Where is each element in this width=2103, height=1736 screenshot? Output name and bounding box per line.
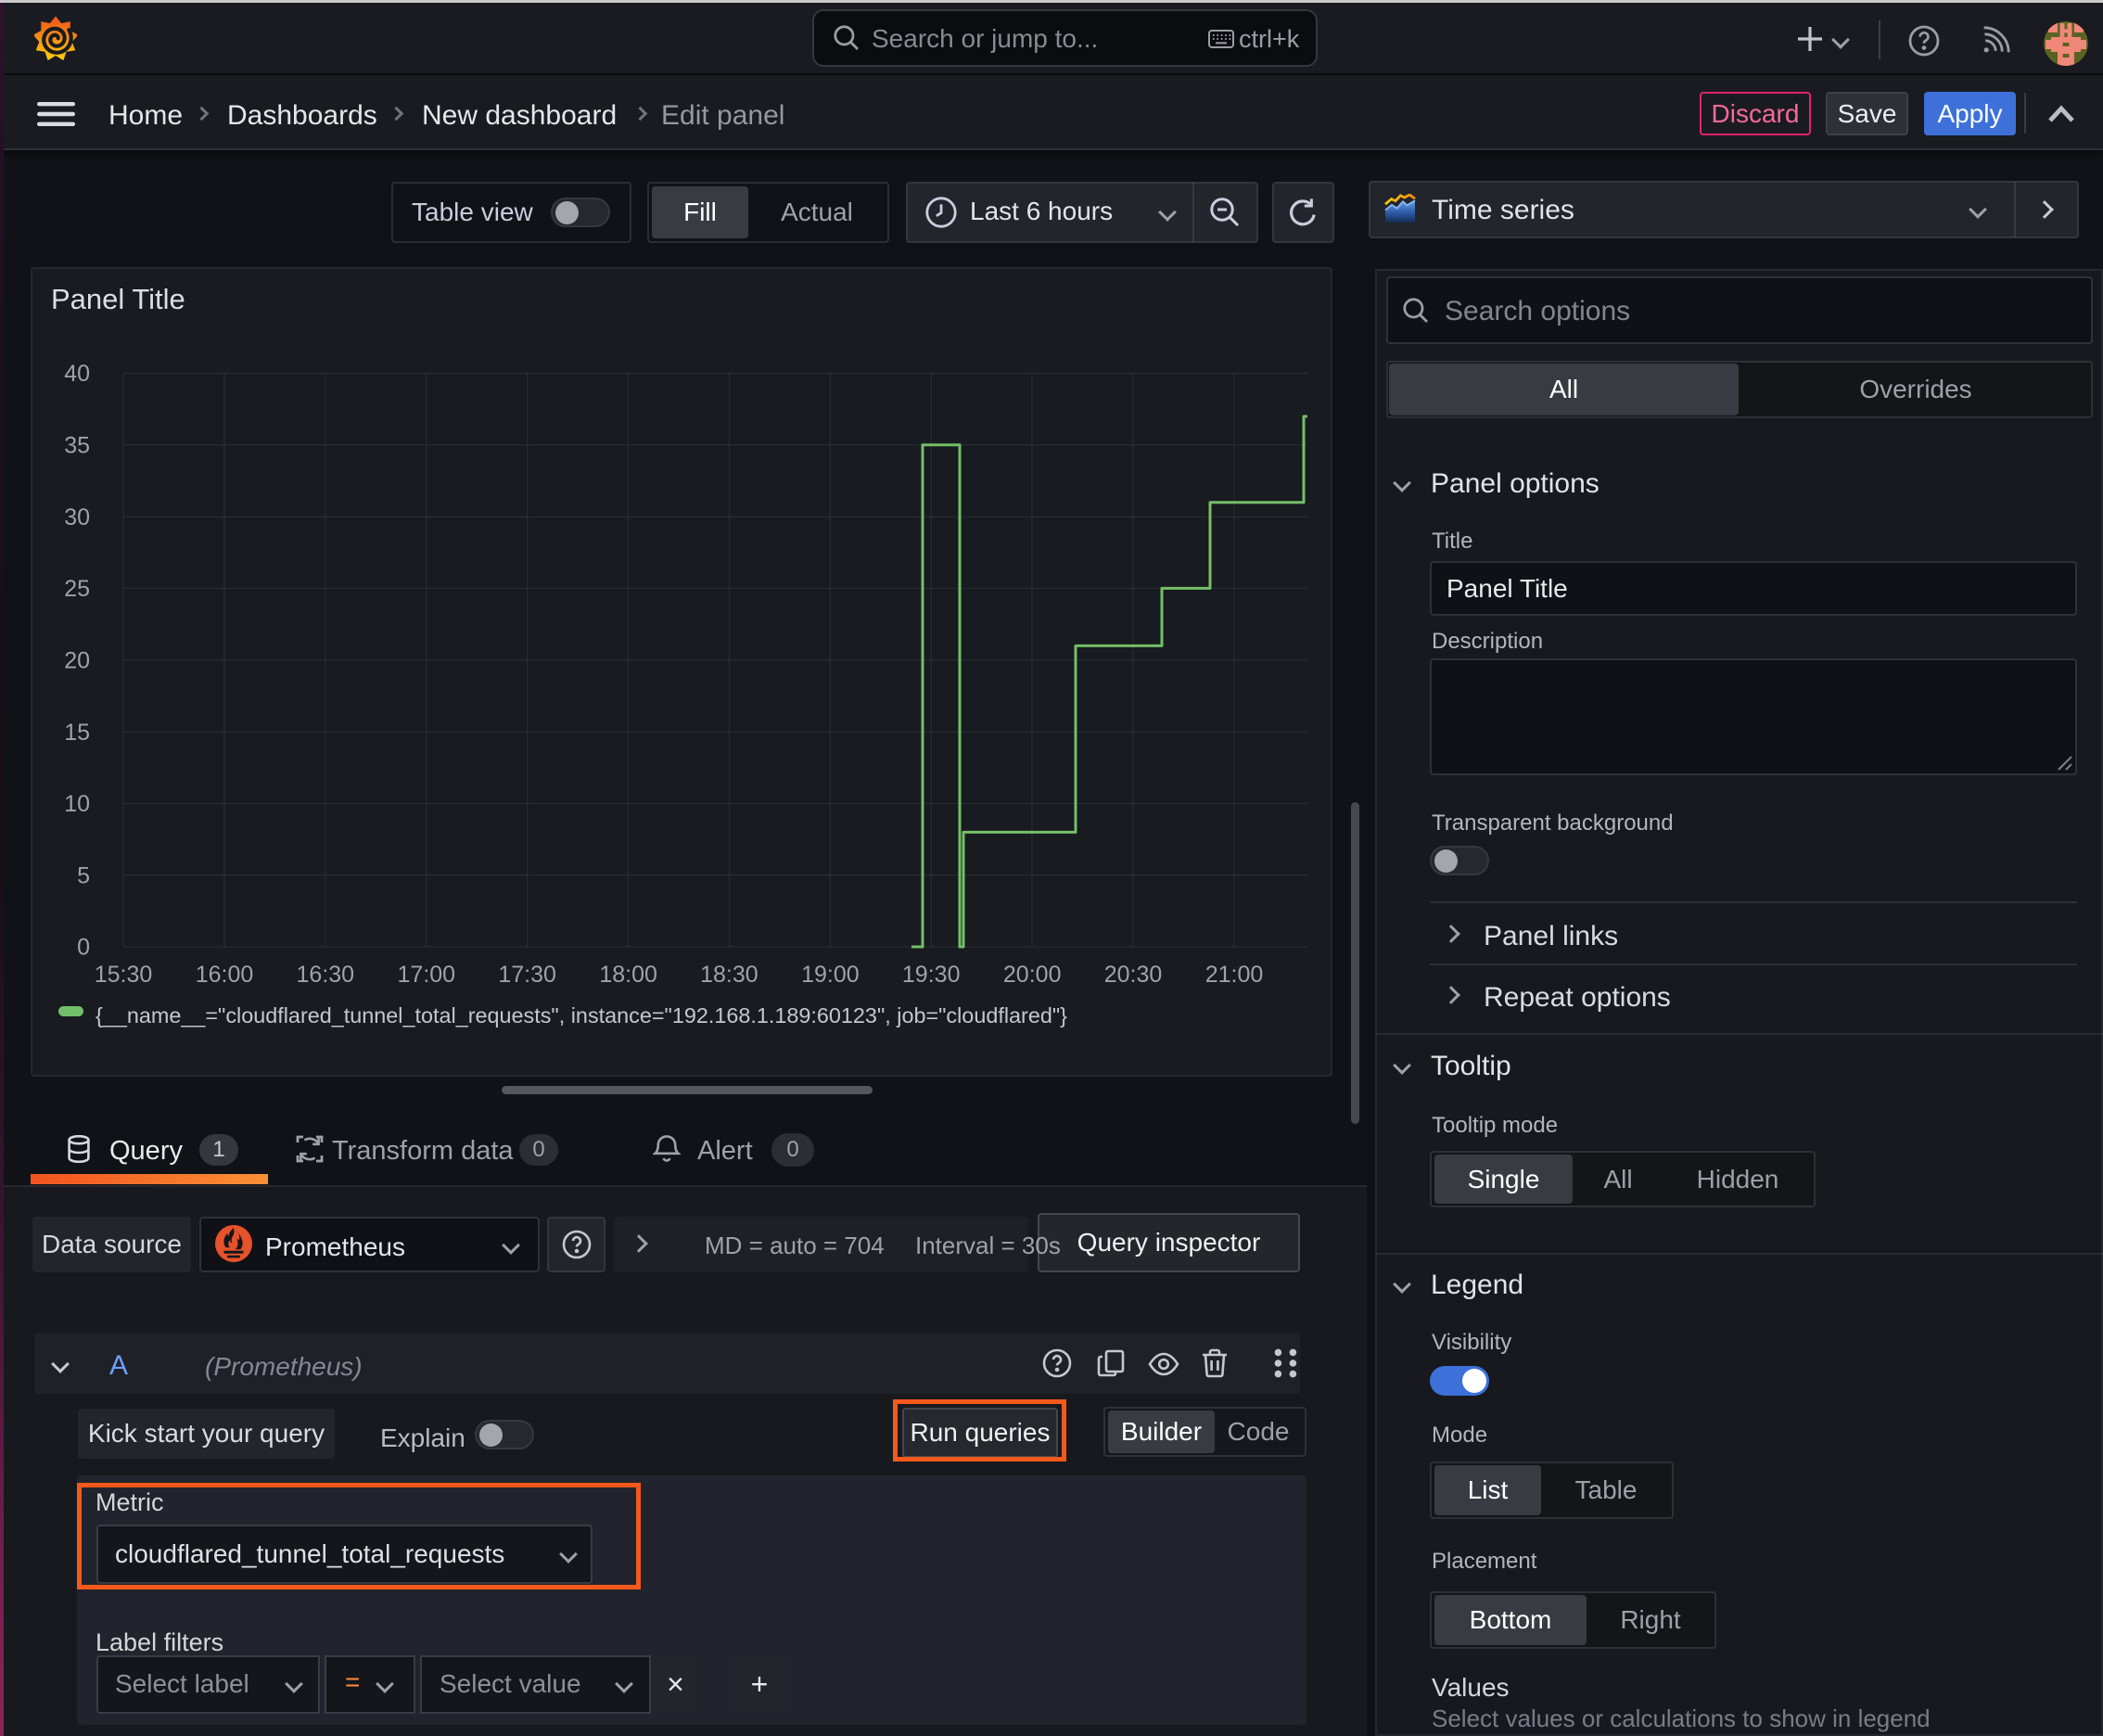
svg-text:30: 30 [64, 504, 90, 530]
svg-text:20:30: 20:30 [1104, 962, 1163, 988]
svg-text:15: 15 [64, 720, 90, 746]
svg-text:16:30: 16:30 [297, 962, 355, 988]
svg-text:40: 40 [64, 361, 90, 387]
svg-text:{__name__="cloudflared_tunnel_: {__name__="cloudflared_tunnel_total_requ… [96, 1003, 1067, 1028]
svg-text:18:00: 18:00 [599, 962, 657, 988]
svg-text:19:30: 19:30 [902, 962, 961, 988]
svg-text:17:30: 17:30 [498, 962, 556, 988]
svg-text:10: 10 [64, 791, 90, 817]
svg-text:16:00: 16:00 [196, 962, 254, 988]
svg-text:20: 20 [64, 647, 90, 673]
svg-text:21:00: 21:00 [1205, 962, 1264, 988]
svg-text:35: 35 [64, 432, 90, 458]
svg-text:5: 5 [77, 862, 90, 888]
svg-text:19:00: 19:00 [801, 962, 860, 988]
svg-text:25: 25 [64, 576, 90, 602]
svg-text:20:00: 20:00 [1003, 962, 1062, 988]
svg-text:15:30: 15:30 [95, 962, 153, 988]
svg-text:18:30: 18:30 [700, 962, 758, 988]
svg-text:0: 0 [77, 935, 90, 961]
svg-text:17:00: 17:00 [398, 962, 456, 988]
